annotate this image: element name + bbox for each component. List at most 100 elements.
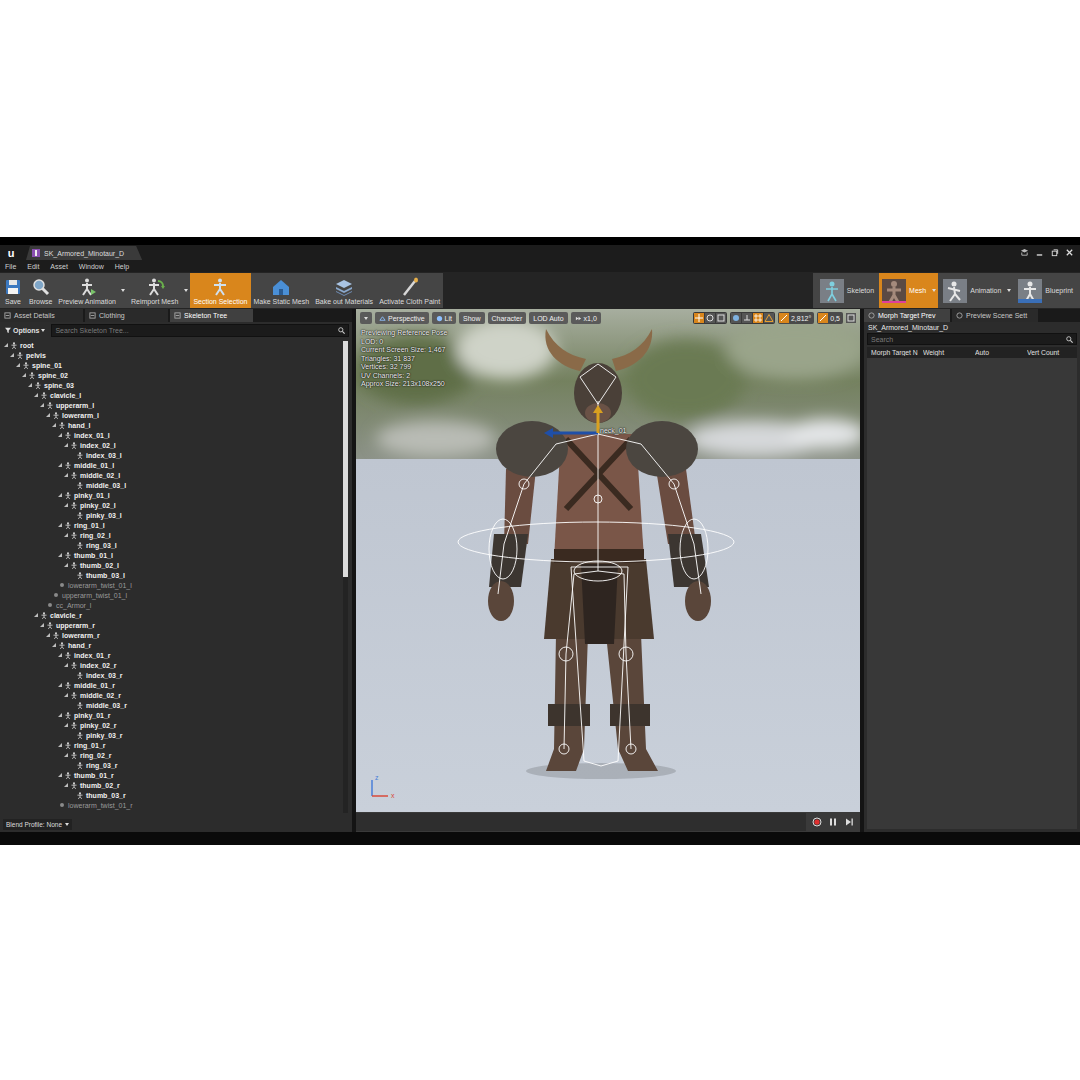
expander-icon[interactable] [58,713,62,717]
tree-row[interactable]: index_01_l [0,430,341,440]
expander-icon[interactable] [58,493,62,497]
tree-row[interactable]: pinky_01_r [0,710,341,720]
tree-row[interactable]: spine_03 [0,380,341,390]
scrollbar[interactable] [343,341,348,813]
expander-icon[interactable] [64,503,68,507]
surface-snap-icon[interactable] [742,313,752,323]
expander-icon[interactable] [64,563,68,567]
tree-row[interactable]: pinky_02_r [0,720,341,730]
minimize-icon[interactable] [1035,248,1044,257]
viewport-button[interactable]: Perspective [375,312,429,324]
expander-icon[interactable] [58,683,62,687]
scrollbar-thumb[interactable] [343,341,348,577]
expander-icon[interactable] [64,693,68,697]
maximize-viewport-icon[interactable] [846,313,856,323]
tree-row[interactable]: index_02_l [0,440,341,450]
toolbar-button[interactable]: Bake out Materials [312,273,376,308]
tree-row[interactable]: index_03_l [0,450,341,460]
close-icon[interactable] [1065,248,1074,257]
viewport[interactable]: Perspective Lit Show Character LOD Auto … [356,309,860,832]
tree-row[interactable]: lowerarm_twist_01_r [0,800,341,810]
tree-row[interactable]: thumb_01_l [0,550,341,560]
tree-row[interactable]: index_01_r [0,650,341,660]
tree-row[interactable]: lowerarm_r [0,630,341,640]
expander-icon[interactable] [64,783,68,787]
tree-row[interactable]: thumb_01_r [0,770,341,780]
expander-icon[interactable] [52,643,56,647]
tree-row[interactable]: ring_02_l [0,530,341,540]
toolbar-button[interactable]: Section Selection [190,273,250,308]
search-field[interactable]: Search [867,333,1077,345]
tree-row[interactable]: index_02_r [0,660,341,670]
expander-icon[interactable] [58,773,62,777]
expander-icon[interactable] [4,343,8,347]
menu-item[interactable]: Help [115,263,129,270]
expander-icon[interactable] [34,613,38,617]
viewport-button[interactable]: LOD Auto [529,312,567,324]
panel-tab[interactable]: Morph Target Prev [864,309,950,322]
expander-icon[interactable] [28,383,32,387]
tree-row[interactable]: pinky_02_l [0,500,341,510]
tree-row[interactable]: spine_02 [0,370,341,380]
expander-icon[interactable] [40,623,44,627]
expander-icon[interactable] [34,393,38,397]
menu-item[interactable]: Window [79,263,104,270]
snap-value[interactable]: 0,5 [817,312,843,324]
move-icon[interactable] [694,313,704,323]
mode-button[interactable]: Blueprint [1015,273,1076,308]
toolbar-button[interactable]: Reimport Mesh [128,273,181,308]
step-forward-icon[interactable] [844,817,854,827]
warning-icon[interactable] [764,313,774,323]
expander-icon[interactable] [64,443,68,447]
tree-row[interactable]: pinky_01_l [0,490,341,500]
mode-dropdown[interactable] [929,273,938,308]
tree-row[interactable]: ring_03_r [0,760,341,770]
tree-row[interactable]: middle_01_r [0,680,341,690]
timeline-track[interactable] [356,813,806,831]
mode-button[interactable]: Mesh [879,273,929,308]
tree-row[interactable]: lowerarm_l [0,410,341,420]
tree-row[interactable]: middle_02_l [0,470,341,480]
expander-icon[interactable] [58,653,62,657]
column-header[interactable]: Vert Count [1027,349,1073,356]
tree-row[interactable]: middle_03_r [0,700,341,710]
snap-value[interactable]: 2,812° [778,312,814,324]
expander-icon[interactable] [58,523,62,527]
tree-row[interactable]: upperarm_twist_01_l [0,590,341,600]
expander-icon[interactable] [58,553,62,557]
search-field[interactable]: Search Skeleton Tree... [51,324,349,337]
tree-row[interactable]: pelvis [0,350,341,360]
mode-button[interactable]: Animation [940,273,1004,308]
panel-tab[interactable]: Asset Details [0,309,83,322]
tree-row[interactable]: hand_r [0,640,341,650]
toolbar-dropdown[interactable] [181,273,190,308]
tree-row[interactable]: middle_01_l [0,460,341,470]
viewport-options-button[interactable] [360,312,372,324]
scale-icon[interactable] [716,313,726,323]
expander-icon[interactable] [40,403,44,407]
toolbar-button[interactable]: Browse [26,273,55,308]
tree-row[interactable]: clavicle_l [0,390,341,400]
tree-row[interactable]: ring_02_r [0,750,341,760]
pause-icon[interactable] [828,817,838,827]
tree-row[interactable]: hand_l [0,420,341,430]
expander-icon[interactable] [46,413,50,417]
tree-row[interactable]: thumb_03_r [0,790,341,800]
expander-icon[interactable] [64,663,68,667]
expander-icon[interactable] [58,433,62,437]
viewport-button[interactable]: Lit [432,312,456,324]
expander-icon[interactable] [52,423,56,427]
toolbar-button[interactable]: Activate Cloth Paint [376,273,443,308]
panel-tab[interactable]: Clothing [85,309,168,322]
tree-row[interactable]: upperarm_r [0,620,341,630]
expander-icon[interactable] [64,473,68,477]
expander-icon[interactable] [64,753,68,757]
grid-snap-icon[interactable] [753,313,763,323]
column-header[interactable]: Morph Target N [871,349,923,356]
expander-icon[interactable] [58,743,62,747]
tree-row[interactable]: spine_01 [0,360,341,370]
expander-icon[interactable] [64,723,68,727]
expander-icon[interactable] [64,533,68,537]
tree-row[interactable]: thumb_02_l [0,560,341,570]
toolbar-button[interactable]: Save [0,273,26,308]
